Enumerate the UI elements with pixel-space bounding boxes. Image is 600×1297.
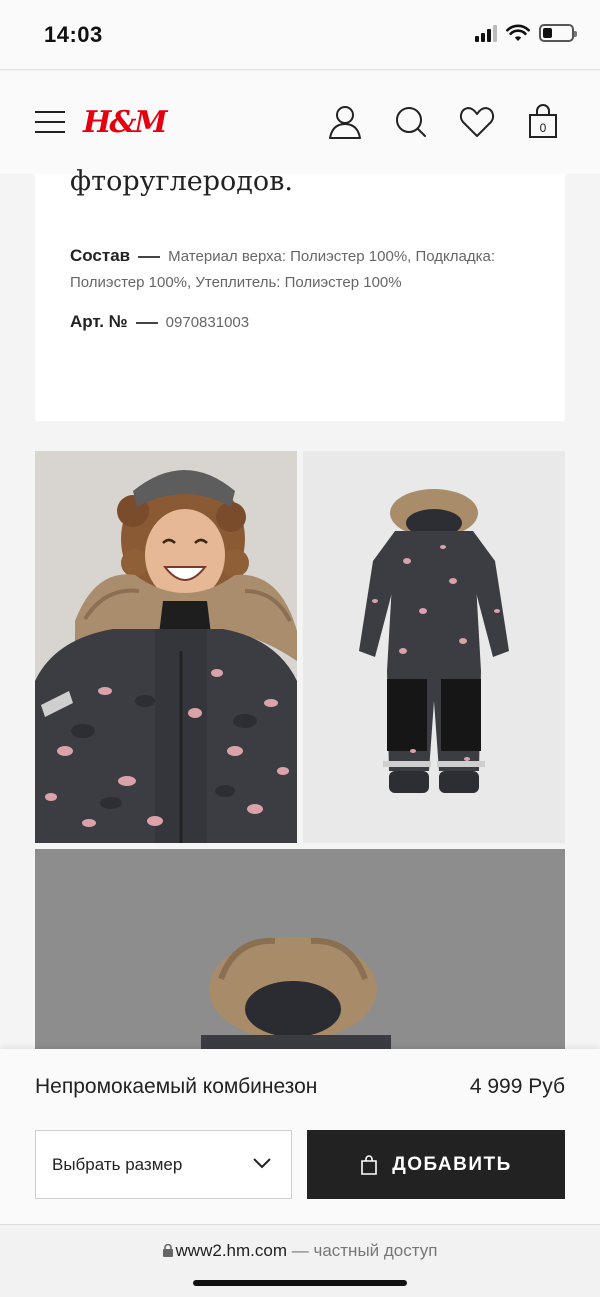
- wifi-icon: [506, 24, 530, 41]
- private-browsing-note: — частный доступ: [291, 1241, 438, 1260]
- status-bar: 14:03: [0, 0, 600, 70]
- product-photo-flatlay[interactable]: [303, 451, 565, 843]
- product-page: 14:03 H&M 0 фторуглеродов. Состав Матери…: [0, 0, 600, 1297]
- battery-icon: [539, 24, 577, 42]
- size-select-label: Выбрать размер: [52, 1155, 183, 1174]
- chevron-down-icon: [253, 1158, 271, 1169]
- composition-label: Состав: [70, 246, 131, 265]
- hm-logo[interactable]: H&M: [83, 105, 168, 140]
- article-row: Арт. № 0970831003: [70, 308, 249, 336]
- description-text: фторуглеродов.: [70, 166, 293, 197]
- site-header: H&M 0: [0, 71, 600, 174]
- header-actions: 0: [326, 103, 562, 141]
- article-number: 0970831003: [165, 314, 250, 331]
- url-row: www2.hm.com — частный доступ: [0, 1241, 600, 1261]
- shopping-bag-icon[interactable]: 0: [524, 103, 562, 141]
- product-photo-hood[interactable]: [35, 849, 565, 1049]
- menu-icon[interactable]: [35, 111, 65, 133]
- size-select[interactable]: Выбрать размер: [35, 1130, 292, 1199]
- signal-icon: [475, 24, 497, 42]
- status-time: 14:03: [44, 22, 103, 47]
- product-photo-model[interactable]: [35, 451, 297, 843]
- home-indicator[interactable]: [193, 1280, 407, 1286]
- composition-row: Состав Материал верха: Полиэстер 100%, По…: [70, 242, 495, 270]
- article-label: Арт. №: [70, 312, 128, 331]
- search-icon[interactable]: [392, 103, 430, 141]
- purchase-panel: Непромокаемый комбинезон 4 999 Руб Выбра…: [0, 1049, 600, 1224]
- add-to-bag-button[interactable]: ДОБАВИТЬ: [307, 1130, 565, 1199]
- product-price: 4 999 Руб: [469, 1075, 565, 1098]
- composition-value-line1: Материал верха: Полиэстер 100%, Подкладк…: [168, 248, 496, 265]
- lock-icon: [162, 1244, 173, 1257]
- status-icons: [475, 24, 577, 42]
- browser-url-bar[interactable]: www2.hm.com — частный доступ: [0, 1224, 600, 1297]
- url-domain: www2.hm.com: [175, 1241, 287, 1260]
- heart-icon[interactable]: [458, 103, 496, 141]
- product-description: фторуглеродов. Состав Материал верха: Пол…: [35, 166, 565, 421]
- composition-value-line2: Полиэстер 100%, Утеплитель: Полиэстер 10…: [70, 274, 402, 291]
- product-name: Непромокаемый комбинезон: [35, 1075, 318, 1098]
- account-icon[interactable]: [326, 103, 364, 141]
- add-to-bag-label: ДОБАВИТЬ: [392, 1153, 512, 1175]
- bag-icon: [361, 1154, 377, 1175]
- bag-count: 0: [540, 121, 547, 135]
